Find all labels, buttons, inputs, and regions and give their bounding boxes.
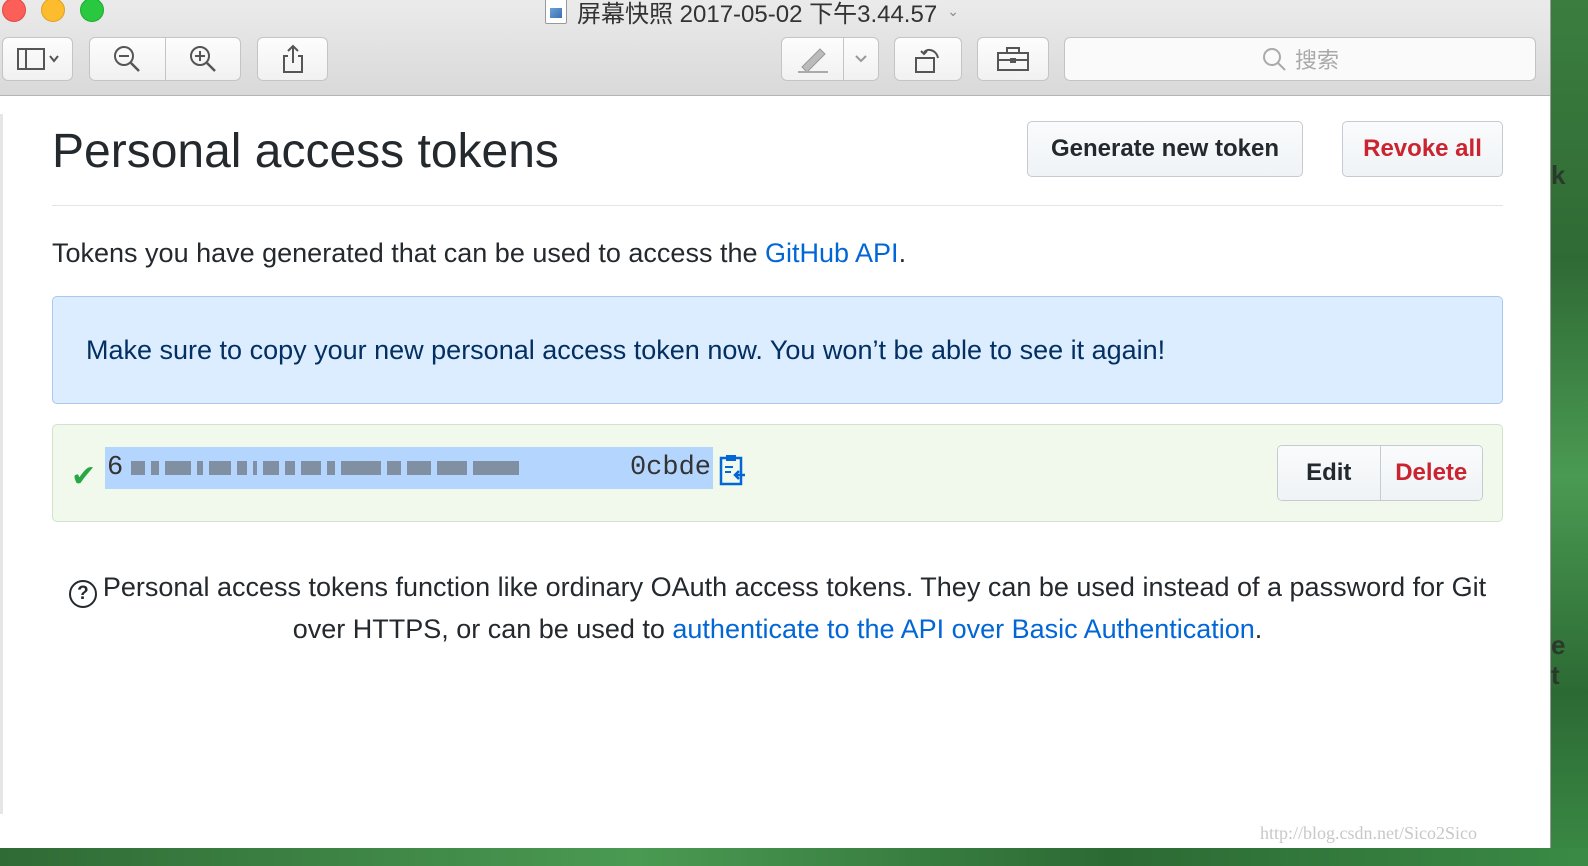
zoom-in-icon [189,46,216,72]
sidebar-toggle-button[interactable] [2,37,73,81]
share-button[interactable] [257,37,328,81]
generate-new-token-button[interactable]: Generate new token [1027,121,1303,177]
rotate-button[interactable] [894,37,962,81]
markup-menu-button[interactable] [844,54,878,64]
page-header: Personal access tokens Generate new toke… [52,96,1503,206]
token-suffix: 0cbde [629,453,711,483]
zoom-in-button[interactable] [166,44,241,74]
edit-token-button[interactable]: Edit [1278,446,1380,500]
search-placeholder: 搜索 [1294,48,1339,73]
token-actions: Edit Delete [1277,445,1483,501]
flash-message: Make sure to copy your new personal acce… [86,334,1166,365]
zoom-window-button[interactable] [80,0,104,22]
intro-text: Tokens you have generated that can be us… [52,238,907,268]
minimize-window-button[interactable] [41,0,65,22]
markup-button[interactable] [782,45,843,73]
help-note: ? Personal access tokens function like or… [52,566,1503,650]
markup-button-group [781,37,879,81]
desktop-background: k e t [1549,0,1588,866]
search-field[interactable]: 搜索 [1064,37,1536,81]
search-icon [1262,48,1286,71]
basic-auth-link[interactable]: authenticate to the API over Basic Authe… [672,614,1254,644]
window-title-text: 屏幕快照 2017-05-02 下午3.44.57 [577,0,938,28]
dock-strip [0,848,1588,866]
toolbox-button[interactable] [977,37,1049,81]
watermark: http://blog.csdn.net/Sico2Sico [1260,823,1477,843]
pen-icon [797,48,828,73]
token-redacted [123,461,630,475]
question-icon: ? [68,580,97,608]
chevron-down-icon [855,55,867,63]
zoom-button-group [89,37,241,81]
preview-window: 屏幕快照 2017-05-02 下午3.44.57 ⌄ 搜索 Personal … [0,0,1551,848]
page-title: Personal access tokens [52,125,559,178]
toolbox-icon [997,47,1029,71]
share-icon [282,44,303,73]
zoom-out-button[interactable] [90,44,165,74]
rotate-icon [915,48,939,73]
clipboard-icon[interactable] [719,453,747,487]
titlebar: 屏幕快照 2017-05-02 下午3.44.57 ⌄ 搜索 [0,0,1550,96]
flash-notice: Make sure to copy your new personal acce… [52,296,1503,404]
revoke-all-button[interactable]: Revoke all [1342,121,1503,177]
document-icon [545,0,567,24]
token-value[interactable]: 6 0cbde [105,447,713,489]
token-row: ✔ 6 0cbde Edit Delete [52,424,1503,522]
zoom-out-icon [114,46,141,72]
settings-content: Personal access tokens Generate new toke… [52,96,1503,644]
github-api-link[interactable]: GitHub API [765,238,899,268]
close-window-button[interactable] [2,0,26,22]
chevron-down-icon: ⌄ [947,2,959,19]
check-icon: ✔ [71,460,97,493]
window-title[interactable]: 屏幕快照 2017-05-02 下午3.44.57 ⌄ [545,0,959,28]
delete-token-button[interactable]: Delete [1379,446,1482,500]
token-prefix: 6 [107,453,124,483]
sidebar-icon [16,48,59,70]
